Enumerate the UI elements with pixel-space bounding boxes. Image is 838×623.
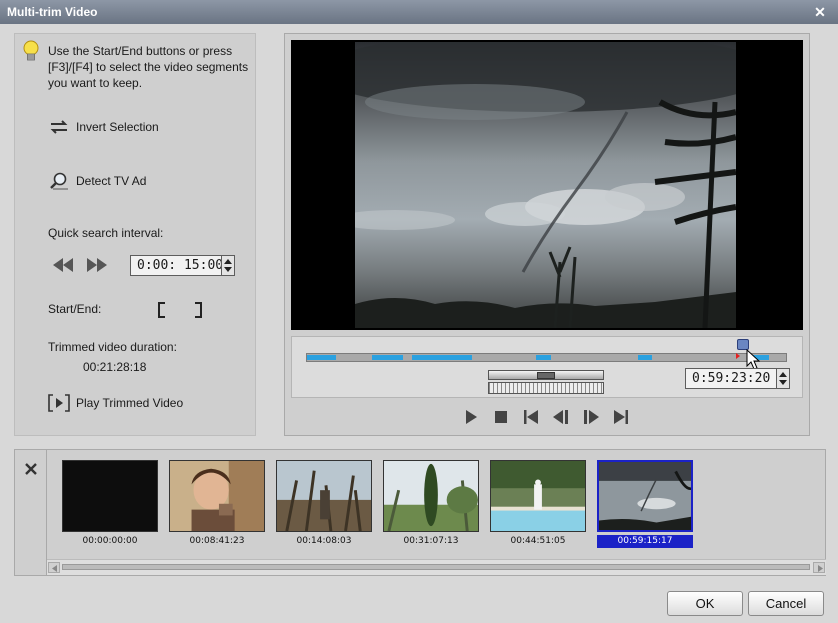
spin-up-icon[interactable] [224, 259, 232, 264]
start-end-label: Start/End: [48, 302, 102, 316]
detect-tv-ad-button[interactable]: Detect TV Ad [48, 172, 146, 190]
previous-frame-icon[interactable] [551, 407, 571, 427]
transport-controls [461, 407, 631, 427]
jog-wheel[interactable] [488, 370, 604, 394]
thumbnail-item[interactable]: 00:59:15:17 [597, 460, 693, 548]
trim-track[interactable] [306, 353, 787, 362]
end-marker-button[interactable] [195, 302, 202, 318]
storm-scene-image [355, 42, 736, 328]
thumbnail-time: 00:31:07:13 [403, 536, 459, 546]
filmstrip-panel: 00:00:00:00 00:08:41:23 00:14:08:03 00:31:0… [14, 449, 826, 576]
shuttle-knob[interactable] [537, 372, 555, 379]
play-trimmed-video-button[interactable]: Play Trimmed Video [48, 394, 183, 412]
spin-down-icon[interactable] [779, 380, 787, 385]
hint-text: Use the Start/End buttons or press [F3]/… [48, 44, 249, 90]
thumbnail-image[interactable] [597, 460, 693, 532]
selected-segment[interactable] [536, 355, 551, 360]
invert-selection-label: Invert Selection [76, 120, 159, 134]
swap-arrows-icon [48, 118, 70, 136]
thumbnail-item[interactable]: 00:00:00:00 [62, 460, 158, 548]
quick-search-interval-value: 0:00: 15:00 [137, 258, 224, 273]
invert-selection-button[interactable]: Invert Selection [48, 118, 159, 136]
fast-forward-icon[interactable] [85, 256, 109, 274]
cancel-button[interactable]: Cancel [748, 591, 824, 616]
thumbnail-time: 00:08:41:23 [189, 536, 245, 546]
scroll-left-icon[interactable] [48, 562, 60, 573]
home-icon[interactable] [521, 407, 541, 427]
stop-icon[interactable] [491, 407, 511, 427]
close-icon[interactable]: ✕ [810, 2, 830, 22]
filmstrip-scrollbar[interactable] [47, 559, 826, 575]
video-frame [355, 42, 736, 328]
thumbnail-time: 00:14:08:03 [296, 536, 352, 546]
thumbnail-image[interactable] [62, 460, 158, 532]
thumbnail-item[interactable]: 00:31:07:13 [383, 460, 479, 548]
selected-segment[interactable] [412, 355, 472, 360]
scroll-right-icon[interactable] [813, 562, 825, 573]
filmstrip-divider [46, 450, 47, 575]
timecode-spinner[interactable] [776, 368, 790, 389]
timeline[interactable]: 0:59:23:20 [291, 336, 803, 398]
quick-search-interval-field[interactable]: 0:00: 15:00 [130, 255, 235, 276]
current-position-marker [736, 353, 740, 359]
jog-ticks[interactable] [488, 382, 604, 394]
thumbnail-item[interactable]: 00:44:51:05 [490, 460, 586, 548]
play-bracket-icon [48, 394, 70, 412]
play-icon[interactable] [461, 407, 481, 427]
thumbnail-image[interactable] [490, 460, 586, 532]
thumbnail-time: 00:44:51:05 [510, 536, 566, 546]
rewind-icon[interactable] [51, 256, 75, 274]
thumbnail-image[interactable] [383, 460, 479, 532]
trimmed-duration-value: 00:21:28:18 [83, 360, 147, 374]
window-title: Multi-trim Video [7, 5, 98, 19]
trimmed-duration-label: Trimmed video duration: [48, 340, 177, 354]
thumbnail-time: 00:59:15:17 [597, 535, 693, 548]
lightbulb-icon [23, 40, 39, 61]
start-marker-button[interactable] [158, 302, 165, 318]
scroll-track[interactable] [62, 564, 810, 570]
next-frame-icon[interactable] [581, 407, 601, 427]
spin-up-icon[interactable] [779, 372, 787, 377]
video-preview[interactable] [291, 40, 803, 330]
thumbnail-image[interactable] [276, 460, 372, 532]
shuttle-bar[interactable] [488, 370, 604, 380]
delete-segment-icon[interactable] [19, 458, 43, 480]
ok-button[interactable]: OK [667, 591, 743, 616]
magnifier-icon [48, 172, 70, 190]
selected-segment[interactable] [307, 355, 336, 360]
left-panel: Use the Start/End buttons or press [F3]/… [14, 33, 256, 436]
timecode-value: 0:59:23:20 [692, 371, 771, 386]
timecode-field[interactable]: 0:59:23:20 [685, 368, 790, 389]
quick-search-label: Quick search interval: [48, 226, 164, 240]
detect-tv-ad-label: Detect TV Ad [76, 174, 147, 188]
thumbnail-image[interactable] [169, 460, 265, 532]
player-panel: 0:59:23:20 [284, 33, 810, 436]
play-trimmed-video-label: Play Trimmed Video [76, 396, 184, 410]
thumbnail-list: 00:00:00:00 00:08:41:23 00:14:08:03 00:31:0… [62, 460, 693, 548]
thumbnail-time: 00:00:00:00 [82, 536, 138, 546]
thumbnail-item[interactable]: 00:08:41:23 [169, 460, 265, 548]
selected-segment[interactable] [638, 355, 652, 360]
title-bar: Multi-trim Video ✕ [0, 0, 838, 24]
interval-spinner[interactable] [221, 255, 235, 276]
end-icon[interactable] [611, 407, 631, 427]
spin-down-icon[interactable] [224, 267, 232, 272]
thumbnail-item[interactable]: 00:14:08:03 [276, 460, 372, 548]
selected-segment[interactable] [372, 355, 403, 360]
